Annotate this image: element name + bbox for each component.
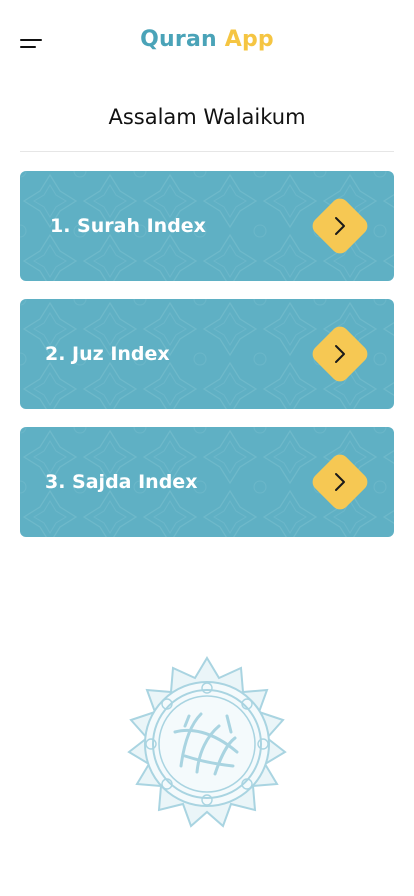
chevron-right-icon <box>335 345 345 363</box>
divider <box>20 151 394 152</box>
greeting-heading: Assalam Walaikum <box>108 105 306 129</box>
sajda-index-label: 3. Sajda Index <box>45 471 198 493</box>
app-title-part2: App <box>224 27 274 52</box>
surah-index-card[interactable]: 1. Surah Index <box>20 171 394 281</box>
surah-index-button[interactable] <box>308 194 372 258</box>
chevron-right-icon <box>335 217 345 235</box>
juz-index-button[interactable] <box>308 322 372 386</box>
quran-calligraphy-emblem <box>127 656 287 828</box>
app-title: Quran App <box>0 27 414 52</box>
app-title-part1: Quran <box>140 27 217 52</box>
sajda-index-card[interactable]: 3. Sajda Index <box>20 427 394 537</box>
top-bar: Quran App <box>0 0 414 88</box>
chevron-right-icon <box>335 473 345 491</box>
juz-index-label: 2. Juz Index <box>45 343 170 365</box>
surah-index-label: 1. Surah Index <box>50 215 206 237</box>
sajda-index-button[interactable] <box>308 450 372 514</box>
juz-index-card[interactable]: 2. Juz Index <box>20 299 394 409</box>
